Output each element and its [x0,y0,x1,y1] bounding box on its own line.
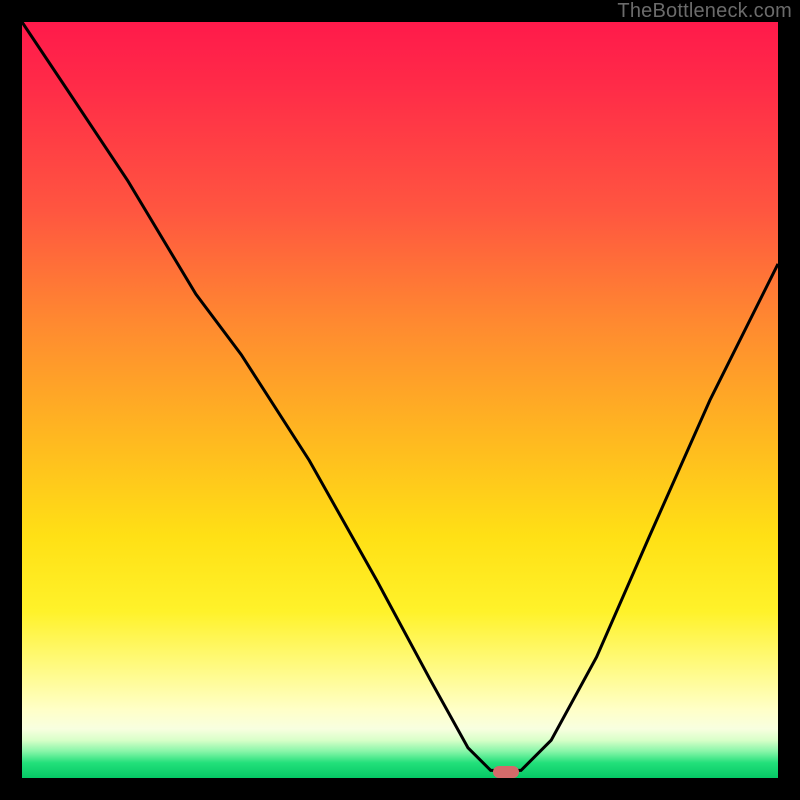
chart-frame: TheBottleneck.com [0,0,800,800]
bottleneck-curve [22,22,778,778]
watermark-text: TheBottleneck.com [617,0,792,23]
plot-area [22,22,778,778]
curve-line [22,22,778,770]
optimum-marker [493,766,519,778]
